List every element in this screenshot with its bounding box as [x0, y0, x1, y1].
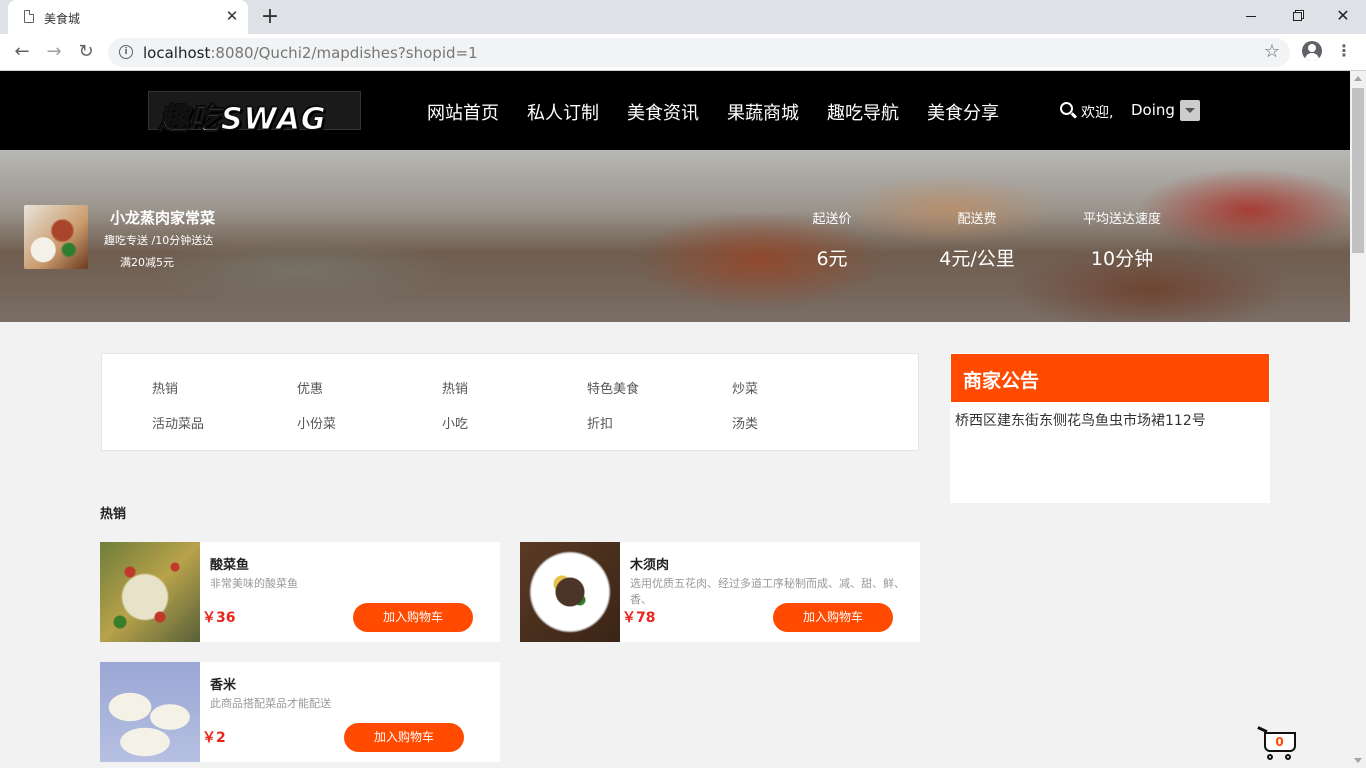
category-item[interactable]: 汤类	[732, 413, 758, 432]
reload-button[interactable]: ↻	[74, 40, 98, 64]
shop-banner: 小龙蒸肉家常菜 趣吃专送 /10分钟送达 满20减5元 起送价 6元 配送费 4…	[0, 150, 1350, 322]
category-filter: 热销 优惠 热销 特色美食 炒菜 活动菜品 小份菜 小吃 折扣 汤类	[101, 353, 919, 451]
vertical-scrollbar[interactable]	[1350, 71, 1366, 768]
window-close-button[interactable]: ✕	[1328, 4, 1358, 28]
cart-count: 0	[1275, 735, 1284, 749]
browser-tabstrip: 美食城 ✕ + ✕	[0, 0, 1366, 34]
browser-tab[interactable]: 美食城 ✕	[8, 0, 248, 34]
stat-speed-label: 平均送达速度	[1082, 212, 1161, 227]
nav-custom[interactable]: 私人订制	[527, 99, 599, 125]
dish-description: 非常美味的酸菜鱼	[210, 577, 298, 590]
dish-card: 酸菜鱼 非常美味的酸菜鱼 ￥36 加入购物车	[100, 542, 500, 642]
shop-notice: 商家公告 桥西区建东街东侧花鸟鱼虫市场裙112号	[950, 353, 1270, 503]
user-dropdown-icon[interactable]	[1180, 100, 1200, 121]
shop-name: 小龙蒸肉家常菜	[110, 209, 216, 227]
nav-home[interactable]: 网站首页	[427, 99, 499, 125]
dish-name[interactable]: 香米	[210, 674, 236, 693]
search-icon[interactable]	[1060, 102, 1073, 115]
notice-title: 商家公告	[963, 370, 1040, 392]
category-item[interactable]: 优惠	[297, 378, 323, 397]
category-item[interactable]: 炒菜	[732, 378, 758, 397]
shop-promo: 满20减5元	[120, 256, 174, 269]
category-item[interactable]: 小吃	[442, 413, 468, 432]
scroll-up-arrow[interactable]	[1354, 76, 1362, 81]
nav-share[interactable]: 美食分享	[927, 99, 999, 125]
add-to-cart-button[interactable]: 加入购物车	[344, 723, 464, 752]
cart-wheel	[1267, 754, 1273, 760]
minimize-button[interactable]	[1236, 4, 1266, 28]
profile-icon[interactable]	[1302, 41, 1322, 61]
welcome-text: 欢迎,	[1081, 105, 1114, 121]
dish-image[interactable]	[520, 542, 620, 642]
category-item[interactable]: 热销	[152, 378, 178, 397]
add-to-cart-button[interactable]: 加入购物车	[773, 603, 893, 632]
stat-min-order-label: 起送价	[812, 212, 852, 227]
section-title: 热销	[100, 507, 127, 522]
new-tab-button[interactable]: +	[258, 5, 282, 29]
page-icon	[24, 10, 34, 23]
address-bar[interactable]: i localhost:8080/Quchi2/mapdishes?shopid…	[108, 38, 1290, 67]
dish-description: 此商品搭配菜品才能配送	[210, 697, 331, 710]
dish-name[interactable]: 木须肉	[630, 554, 669, 573]
nav-news[interactable]: 美食资讯	[627, 99, 699, 125]
scrollbar-thumb[interactable]	[1352, 88, 1364, 253]
notice-header: 商家公告	[951, 354, 1269, 402]
site-logo[interactable]: 趣吃SWAG	[148, 91, 361, 138]
add-to-cart-button[interactable]: 加入购物车	[353, 603, 473, 632]
tab-title: 美食城	[44, 12, 81, 26]
category-item[interactable]: 活动菜品	[152, 413, 204, 432]
restore-button[interactable]	[1282, 4, 1312, 28]
site-header: 趣吃SWAG 网站首页 私人订制 美食资讯 果蔬商城 趣吃导航 美食分享 欢迎,…	[0, 71, 1350, 150]
category-item[interactable]: 特色美食	[587, 378, 639, 397]
dish-card: 香米 此商品搭配菜品才能配送 ￥2 加入购物车	[100, 662, 500, 762]
username[interactable]: Doing	[1131, 101, 1175, 119]
cart-basket: 0	[1264, 732, 1296, 752]
category-item[interactable]: 折扣	[587, 413, 613, 432]
dish-price: ￥78	[622, 610, 656, 626]
shop-delivery: 趣吃专送 /10分钟送达	[104, 234, 214, 247]
dish-price: ￥2	[202, 730, 226, 746]
stat-delivery-fee-value: 4元/公里	[939, 248, 1015, 270]
scroll-down-arrow[interactable]	[1354, 758, 1362, 763]
dish-price: ￥36	[202, 610, 236, 626]
forward-button[interactable]: →	[42, 40, 66, 64]
nav-market[interactable]: 果蔬商城	[727, 99, 799, 125]
nav-guide[interactable]: 趣吃导航	[827, 99, 899, 125]
info-icon[interactable]: i	[119, 45, 133, 59]
stat-delivery-fee-label: 配送费	[957, 212, 997, 227]
browser-toolbar: ← → ↻ i localhost:8080/Quchi2/mapdishes?…	[0, 34, 1366, 71]
category-item[interactable]: 热销	[442, 378, 468, 397]
category-item[interactable]: 小份菜	[297, 413, 336, 432]
stat-speed-value: 10分钟	[1090, 248, 1154, 270]
notice-text: 桥西区建东街东侧花鸟鱼虫市场裙112号	[955, 413, 1206, 429]
page-viewport: 趣吃SWAG 网站首页 私人订制 美食资讯 果蔬商城 趣吃导航 美食分享 欢迎,…	[0, 71, 1350, 768]
bookmark-star-icon[interactable]: ☆	[1264, 41, 1280, 62]
stat-min-order-value: 6元	[816, 248, 848, 270]
shopping-cart-icon[interactable]: 0	[1257, 726, 1300, 764]
url-text[interactable]: localhost:8080/Quchi2/mapdishes?shopid=1	[143, 44, 478, 62]
dish-card: 木须肉 选用优质五花肉、经过多道工序秘制而成、减、甜、鲜、香、 ￥78 加入购物…	[520, 542, 920, 642]
dish-image[interactable]	[100, 662, 200, 762]
logo-text: 趣吃SWAG	[158, 102, 327, 138]
cart-wheel	[1285, 754, 1291, 760]
dish-image[interactable]	[100, 542, 200, 642]
close-tab-icon[interactable]: ✕	[224, 8, 240, 24]
dish-name[interactable]: 酸菜鱼	[210, 554, 249, 573]
back-button[interactable]: ←	[10, 40, 34, 64]
shop-thumbnail	[24, 205, 88, 269]
more-menu-icon[interactable]: ⋮	[1336, 41, 1352, 61]
